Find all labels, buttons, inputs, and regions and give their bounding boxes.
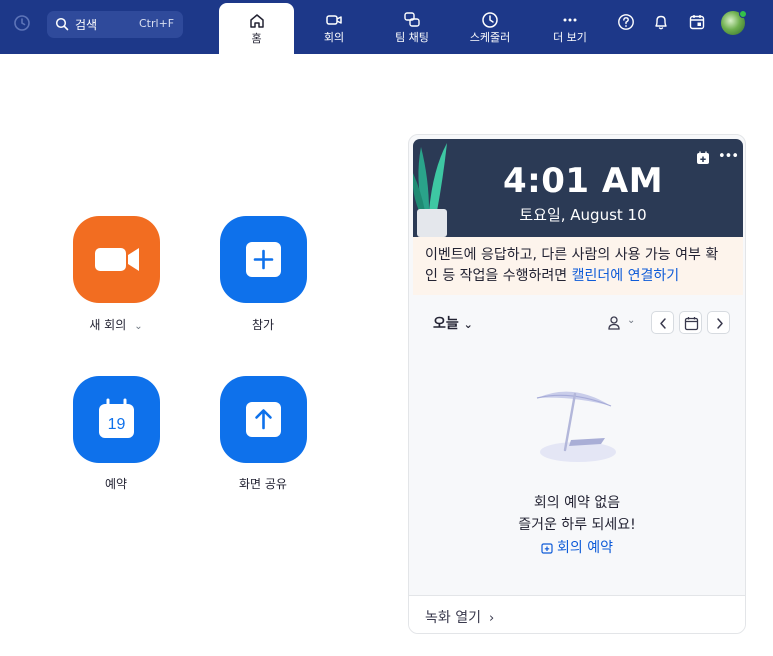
clock-icon — [482, 12, 498, 28]
schedule-meeting-link[interactable]: 회의 예약 — [409, 537, 745, 557]
share-screen-button[interactable] — [220, 376, 307, 463]
plus-icon — [246, 242, 281, 277]
search-shortcut: Ctrl+F — [139, 17, 175, 30]
home-icon — [249, 14, 264, 28]
new-meeting-label[interactable]: 새 회의 ⌄ — [56, 316, 176, 333]
tab-scheduler-label: 스케줄러 — [469, 31, 511, 44]
chevron-down-icon[interactable]: ⌄ — [134, 321, 142, 332]
chevron-down-icon: ⌄ — [463, 318, 473, 331]
more-options-icon[interactable]: ••• — [718, 149, 739, 164]
tab-meetings-label: 회의 — [323, 31, 345, 44]
join-button[interactable] — [220, 216, 307, 303]
previous-day-button[interactable] — [651, 311, 674, 334]
beach-umbrella-illustration — [536, 391, 616, 462]
chevron-down-icon[interactable]: ⌄ — [627, 315, 635, 326]
tab-home[interactable]: 홈 — [219, 3, 294, 54]
chevron-right-icon — [717, 318, 723, 329]
clock-history-icon[interactable] — [13, 14, 31, 32]
clock-time: 4:01 AM — [502, 161, 664, 201]
more-icon — [563, 18, 577, 22]
join-label: 참가 — [251, 318, 275, 332]
search-box[interactable]: 검색 Ctrl+F — [47, 11, 183, 38]
next-day-button[interactable] — [707, 311, 730, 334]
chat-icon — [404, 12, 420, 27]
tab-meetings[interactable]: 회의 — [305, 0, 363, 54]
search-placeholder: 검색 — [75, 18, 98, 32]
no-meetings-title: 회의 예약 없음 — [533, 495, 621, 511]
clock-date: 토요일, August 10 — [519, 206, 647, 224]
help-icon[interactable] — [617, 13, 635, 31]
calendar-app-icon[interactable] — [688, 13, 706, 31]
schedule-label: 예약 — [104, 477, 128, 491]
schedule-button[interactable]: 19 — [73, 376, 160, 463]
calendar-connect-notice: 이벤트에 응답하고, 다른 사람의 사용 가능 여부 확인 등 작업을 수행하려… — [413, 237, 743, 295]
calendar-panel: 4:01 AM 토요일, August 10 ••• 이벤트에 응답하고, 다른… — [408, 134, 746, 634]
clock-header: 4:01 AM 토요일, August 10 ••• — [413, 139, 743, 237]
tab-scheduler[interactable]: 스케줄러 — [461, 0, 519, 54]
calendar-day-number: 19 — [108, 416, 126, 433]
connect-calendar-link[interactable]: 캘린더에 연결하기 — [572, 268, 680, 284]
calendar-icon: 19 — [99, 398, 134, 438]
open-recordings-row[interactable]: 녹화 열기 › — [409, 595, 745, 633]
share-screen-label: 화면 공유 — [239, 477, 287, 491]
tab-home-label: 홈 — [251, 32, 262, 45]
search-icon — [55, 17, 69, 31]
open-recordings-label: 녹화 열기 — [425, 610, 481, 626]
no-meetings-subtitle: 즐거운 하루 되세요! — [518, 517, 636, 533]
share-up-arrow-icon — [246, 402, 281, 437]
date-picker-button[interactable] — [679, 311, 702, 334]
bell-icon[interactable] — [652, 13, 670, 31]
video-camera-icon — [95, 248, 139, 271]
tab-more[interactable]: 더 보기 — [541, 0, 599, 54]
calendar-icon — [684, 317, 699, 331]
chevron-left-icon — [660, 318, 666, 329]
tab-team-chat[interactable]: 팀 채팅 — [383, 0, 441, 54]
person-filter-icon[interactable] — [607, 315, 623, 331]
day-navigation-row: 오늘 ⌄ ⌄ — [409, 307, 745, 337]
tab-team-chat-label: 팀 채팅 — [395, 31, 429, 44]
new-meeting-button[interactable] — [73, 216, 160, 303]
video-icon — [326, 15, 342, 25]
calendar-add-icon — [541, 543, 553, 554]
top-navigation-bar: 검색 Ctrl+F 홈 회의 팀 채팅 스케줄러 더 보기 — [0, 0, 773, 54]
online-status-dot — [739, 10, 747, 18]
tab-more-label: 더 보기 — [553, 31, 587, 44]
calendar-add-icon[interactable] — [696, 151, 710, 165]
chevron-right-icon: › — [488, 611, 495, 626]
today-dropdown[interactable]: 오늘 ⌄ — [433, 313, 473, 333]
